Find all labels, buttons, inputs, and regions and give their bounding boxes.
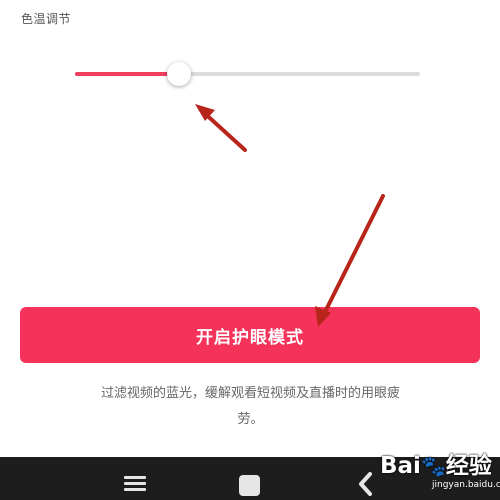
menu-icon[interactable] <box>124 476 146 492</box>
color-temperature-slider[interactable] <box>75 62 420 86</box>
paw-icon: 🐾 <box>420 454 446 478</box>
back-icon[interactable] <box>356 471 376 497</box>
enable-eye-protection-button[interactable]: 开启护眼模式 <box>20 307 480 363</box>
color-temperature-title: 色温调节 <box>21 12 72 26</box>
description-line-1: 过滤视频的蓝光，缓解观看短视频及直播时的用眼疲 <box>100 386 400 401</box>
watermark-brand: Bai🐾经验 <box>380 446 492 480</box>
slider-fill <box>75 72 179 76</box>
watermark-url: jingyan.baidu.com <box>432 480 500 490</box>
description-line-2: 劳。 <box>237 412 264 427</box>
slider-thumb[interactable] <box>166 62 191 86</box>
watermark-brand-text: Bai <box>380 453 421 479</box>
home-icon[interactable] <box>239 475 260 496</box>
watermark: Bai🐾经验 jingyan.baidu.com <box>380 446 500 500</box>
watermark-brand-suffix: 经验 <box>445 453 492 479</box>
screen: 色温调节 开启护眼模式 过滤视频的蓝光，缓解观看短视频及直播时的用眼疲 劳。 B… <box>0 0 500 500</box>
arrow-to-slider-head <box>195 104 215 121</box>
arrow-to-button-shaft <box>320 194 385 320</box>
arrow-to-slider-shaft <box>199 108 247 152</box>
eye-mode-description: 过滤视频的蓝光，缓解观看短视频及直播时的用眼疲 劳。 <box>78 381 423 433</box>
